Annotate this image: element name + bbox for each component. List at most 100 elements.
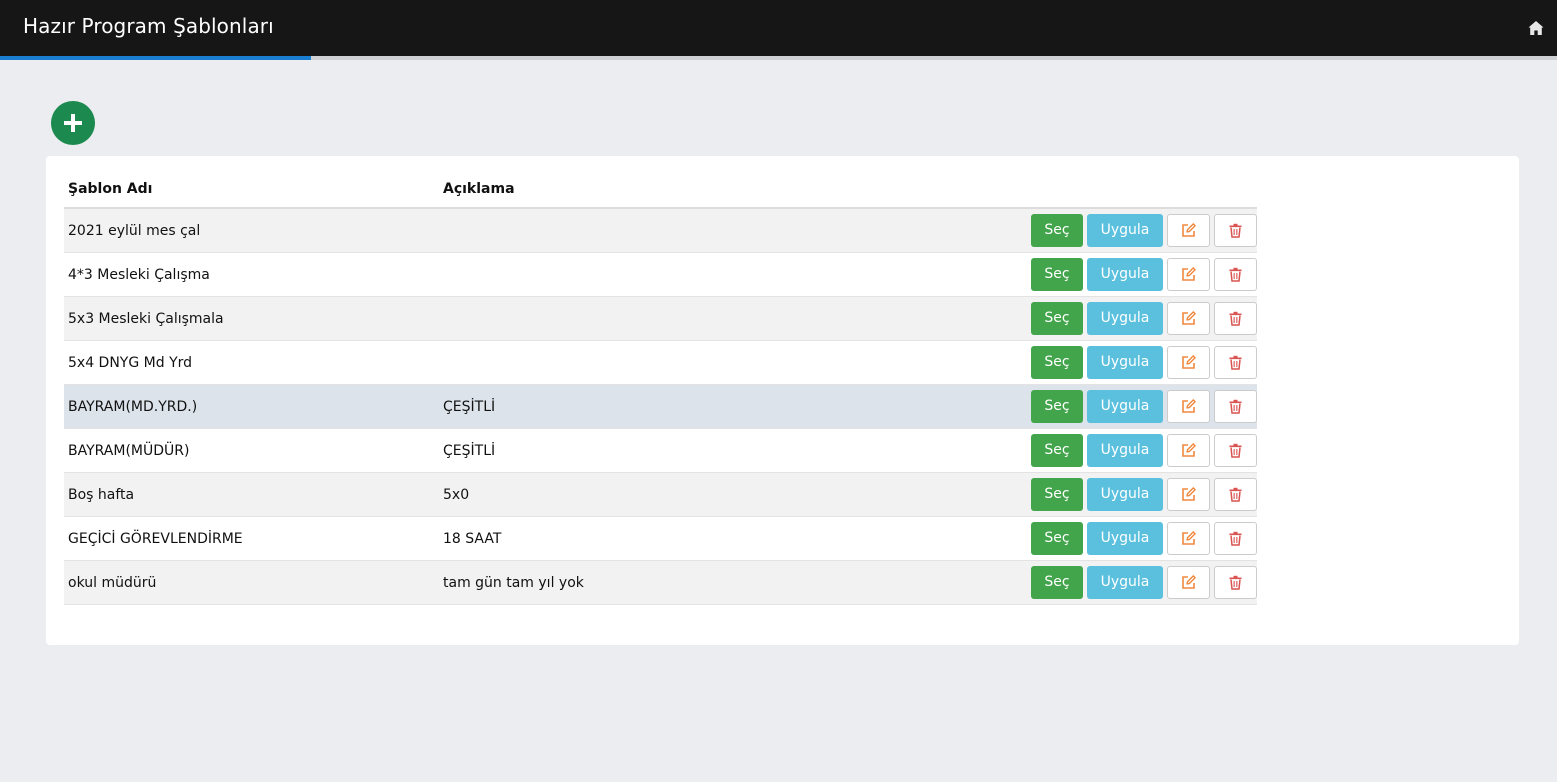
edit-icon xyxy=(1182,531,1196,545)
template-name-cell: BAYRAM(MÜDÜR) xyxy=(64,428,439,473)
trash-icon xyxy=(1229,399,1242,414)
row-actions: Seç Uygula xyxy=(1017,296,1257,341)
delete-button[interactable] xyxy=(1214,390,1257,423)
template-description-cell xyxy=(439,208,1017,253)
template-description-cell: ÇEŞİTLİ xyxy=(439,428,1017,473)
column-header-description: Açıklama xyxy=(439,170,1017,209)
template-name-cell: 2021 eylül mes çal xyxy=(64,208,439,253)
edit-icon xyxy=(1182,575,1196,589)
trash-icon xyxy=(1229,267,1242,282)
edit-button[interactable] xyxy=(1167,258,1210,291)
table-row: Boş hafta 5x0 Seç Uygula xyxy=(64,472,1257,517)
delete-button[interactable] xyxy=(1214,302,1257,335)
apply-button[interactable]: Uygula xyxy=(1087,390,1163,423)
row-actions: Seç Uygula xyxy=(1017,208,1257,253)
select-button[interactable]: Seç xyxy=(1031,478,1083,511)
column-header-actions xyxy=(1017,170,1257,209)
edit-button[interactable] xyxy=(1167,522,1210,555)
edit-icon xyxy=(1182,223,1196,237)
row-actions: Seç Uygula xyxy=(1017,428,1257,473)
delete-button[interactable] xyxy=(1214,214,1257,247)
row-actions: Seç Uygula xyxy=(1017,516,1257,561)
select-button[interactable]: Seç xyxy=(1031,390,1083,423)
apply-button[interactable]: Uygula xyxy=(1087,478,1163,511)
select-button[interactable]: Seç xyxy=(1031,258,1083,291)
trash-icon xyxy=(1229,355,1242,370)
edit-button[interactable] xyxy=(1167,390,1210,423)
row-actions: Seç Uygula xyxy=(1017,384,1257,429)
select-button[interactable]: Seç xyxy=(1031,522,1083,555)
edit-button[interactable] xyxy=(1167,566,1210,599)
template-description-cell xyxy=(439,296,1017,341)
table-row: GEÇİCİ GÖREVLENDİRME 18 SAAT Seç Uygula xyxy=(64,516,1257,561)
select-button[interactable]: Seç xyxy=(1031,566,1083,599)
select-button[interactable]: Seç xyxy=(1031,214,1083,247)
delete-button[interactable] xyxy=(1214,566,1257,599)
delete-button[interactable] xyxy=(1214,346,1257,379)
templates-table: Şablon Adı Açıklama 2021 eylül mes çal S… xyxy=(64,170,1257,605)
table-row: BAYRAM(MD.YRD.) ÇEŞİTLİ Seç Uygula xyxy=(64,384,1257,429)
delete-button[interactable] xyxy=(1214,522,1257,555)
page-title: Hazır Program Şablonları xyxy=(23,14,274,38)
table-row: 5x4 DNYG Md Yrd Seç Uygula xyxy=(64,340,1257,385)
table-row: okul müdürü tam gün tam yıl yok Seç Uygu… xyxy=(64,560,1257,605)
select-button[interactable]: Seç xyxy=(1031,346,1083,379)
trash-icon xyxy=(1229,311,1242,326)
edit-icon xyxy=(1182,311,1196,325)
table-row: 2021 eylül mes çal Seç Uygula xyxy=(64,208,1257,253)
edit-button[interactable] xyxy=(1167,302,1210,335)
trash-icon xyxy=(1229,575,1242,590)
edit-icon xyxy=(1182,399,1196,413)
apply-button[interactable]: Uygula xyxy=(1087,566,1163,599)
row-actions: Seç Uygula xyxy=(1017,472,1257,517)
template-name-cell: Boş hafta xyxy=(64,472,439,517)
table-row: 5x3 Mesleki Çalışmala Seç Uygula xyxy=(64,296,1257,341)
template-description-cell: tam gün tam yıl yok xyxy=(439,560,1017,605)
add-template-button[interactable] xyxy=(51,101,95,145)
edit-button[interactable] xyxy=(1167,346,1210,379)
template-name-cell: 5x4 DNYG Md Yrd xyxy=(64,340,439,385)
template-description-cell xyxy=(439,252,1017,297)
apply-button[interactable]: Uygula xyxy=(1087,214,1163,247)
templates-card: Şablon Adı Açıklama 2021 eylül mes çal S… xyxy=(46,156,1519,645)
edit-button[interactable] xyxy=(1167,478,1210,511)
trash-icon xyxy=(1229,223,1242,238)
edit-icon xyxy=(1182,355,1196,369)
apply-button[interactable]: Uygula xyxy=(1087,258,1163,291)
table-row: BAYRAM(MÜDÜR) ÇEŞİTLİ Seç Uygula xyxy=(64,428,1257,473)
template-name-cell: 5x3 Mesleki Çalışmala xyxy=(64,296,439,341)
select-button[interactable]: Seç xyxy=(1031,434,1083,467)
trash-icon xyxy=(1229,531,1242,546)
template-name-cell: BAYRAM(MD.YRD.) xyxy=(64,384,439,429)
apply-button[interactable]: Uygula xyxy=(1087,346,1163,379)
top-bar: Hazır Program Şablonları xyxy=(0,0,1557,56)
plus-icon xyxy=(64,114,82,132)
apply-button[interactable]: Uygula xyxy=(1087,522,1163,555)
delete-button[interactable] xyxy=(1214,434,1257,467)
edit-icon xyxy=(1182,443,1196,457)
table-row: 4*3 Mesleki Çalışma Seç Uygula xyxy=(64,252,1257,297)
column-header-name: Şablon Adı xyxy=(64,170,439,209)
table-header-row: Şablon Adı Açıklama xyxy=(64,170,1257,209)
edit-icon xyxy=(1182,267,1196,281)
edit-button[interactable] xyxy=(1167,214,1210,247)
apply-button[interactable]: Uygula xyxy=(1087,434,1163,467)
row-actions: Seç Uygula xyxy=(1017,560,1257,605)
edit-button[interactable] xyxy=(1167,434,1210,467)
home-icon[interactable] xyxy=(1527,19,1545,37)
progress-fill xyxy=(0,56,312,60)
edit-icon xyxy=(1182,487,1196,501)
trash-icon xyxy=(1229,487,1242,502)
delete-button[interactable] xyxy=(1214,478,1257,511)
trash-icon xyxy=(1229,443,1242,458)
template-name-cell: GEÇİCİ GÖREVLENDİRME xyxy=(64,516,439,561)
select-button[interactable]: Seç xyxy=(1031,302,1083,335)
row-actions: Seç Uygula xyxy=(1017,252,1257,297)
template-description-cell xyxy=(439,340,1017,385)
apply-button[interactable]: Uygula xyxy=(1087,302,1163,335)
row-actions: Seç Uygula xyxy=(1017,340,1257,385)
progress-track xyxy=(0,56,1557,60)
template-description-cell: ÇEŞİTLİ xyxy=(439,384,1017,429)
template-name-cell: okul müdürü xyxy=(64,560,439,605)
delete-button[interactable] xyxy=(1214,258,1257,291)
